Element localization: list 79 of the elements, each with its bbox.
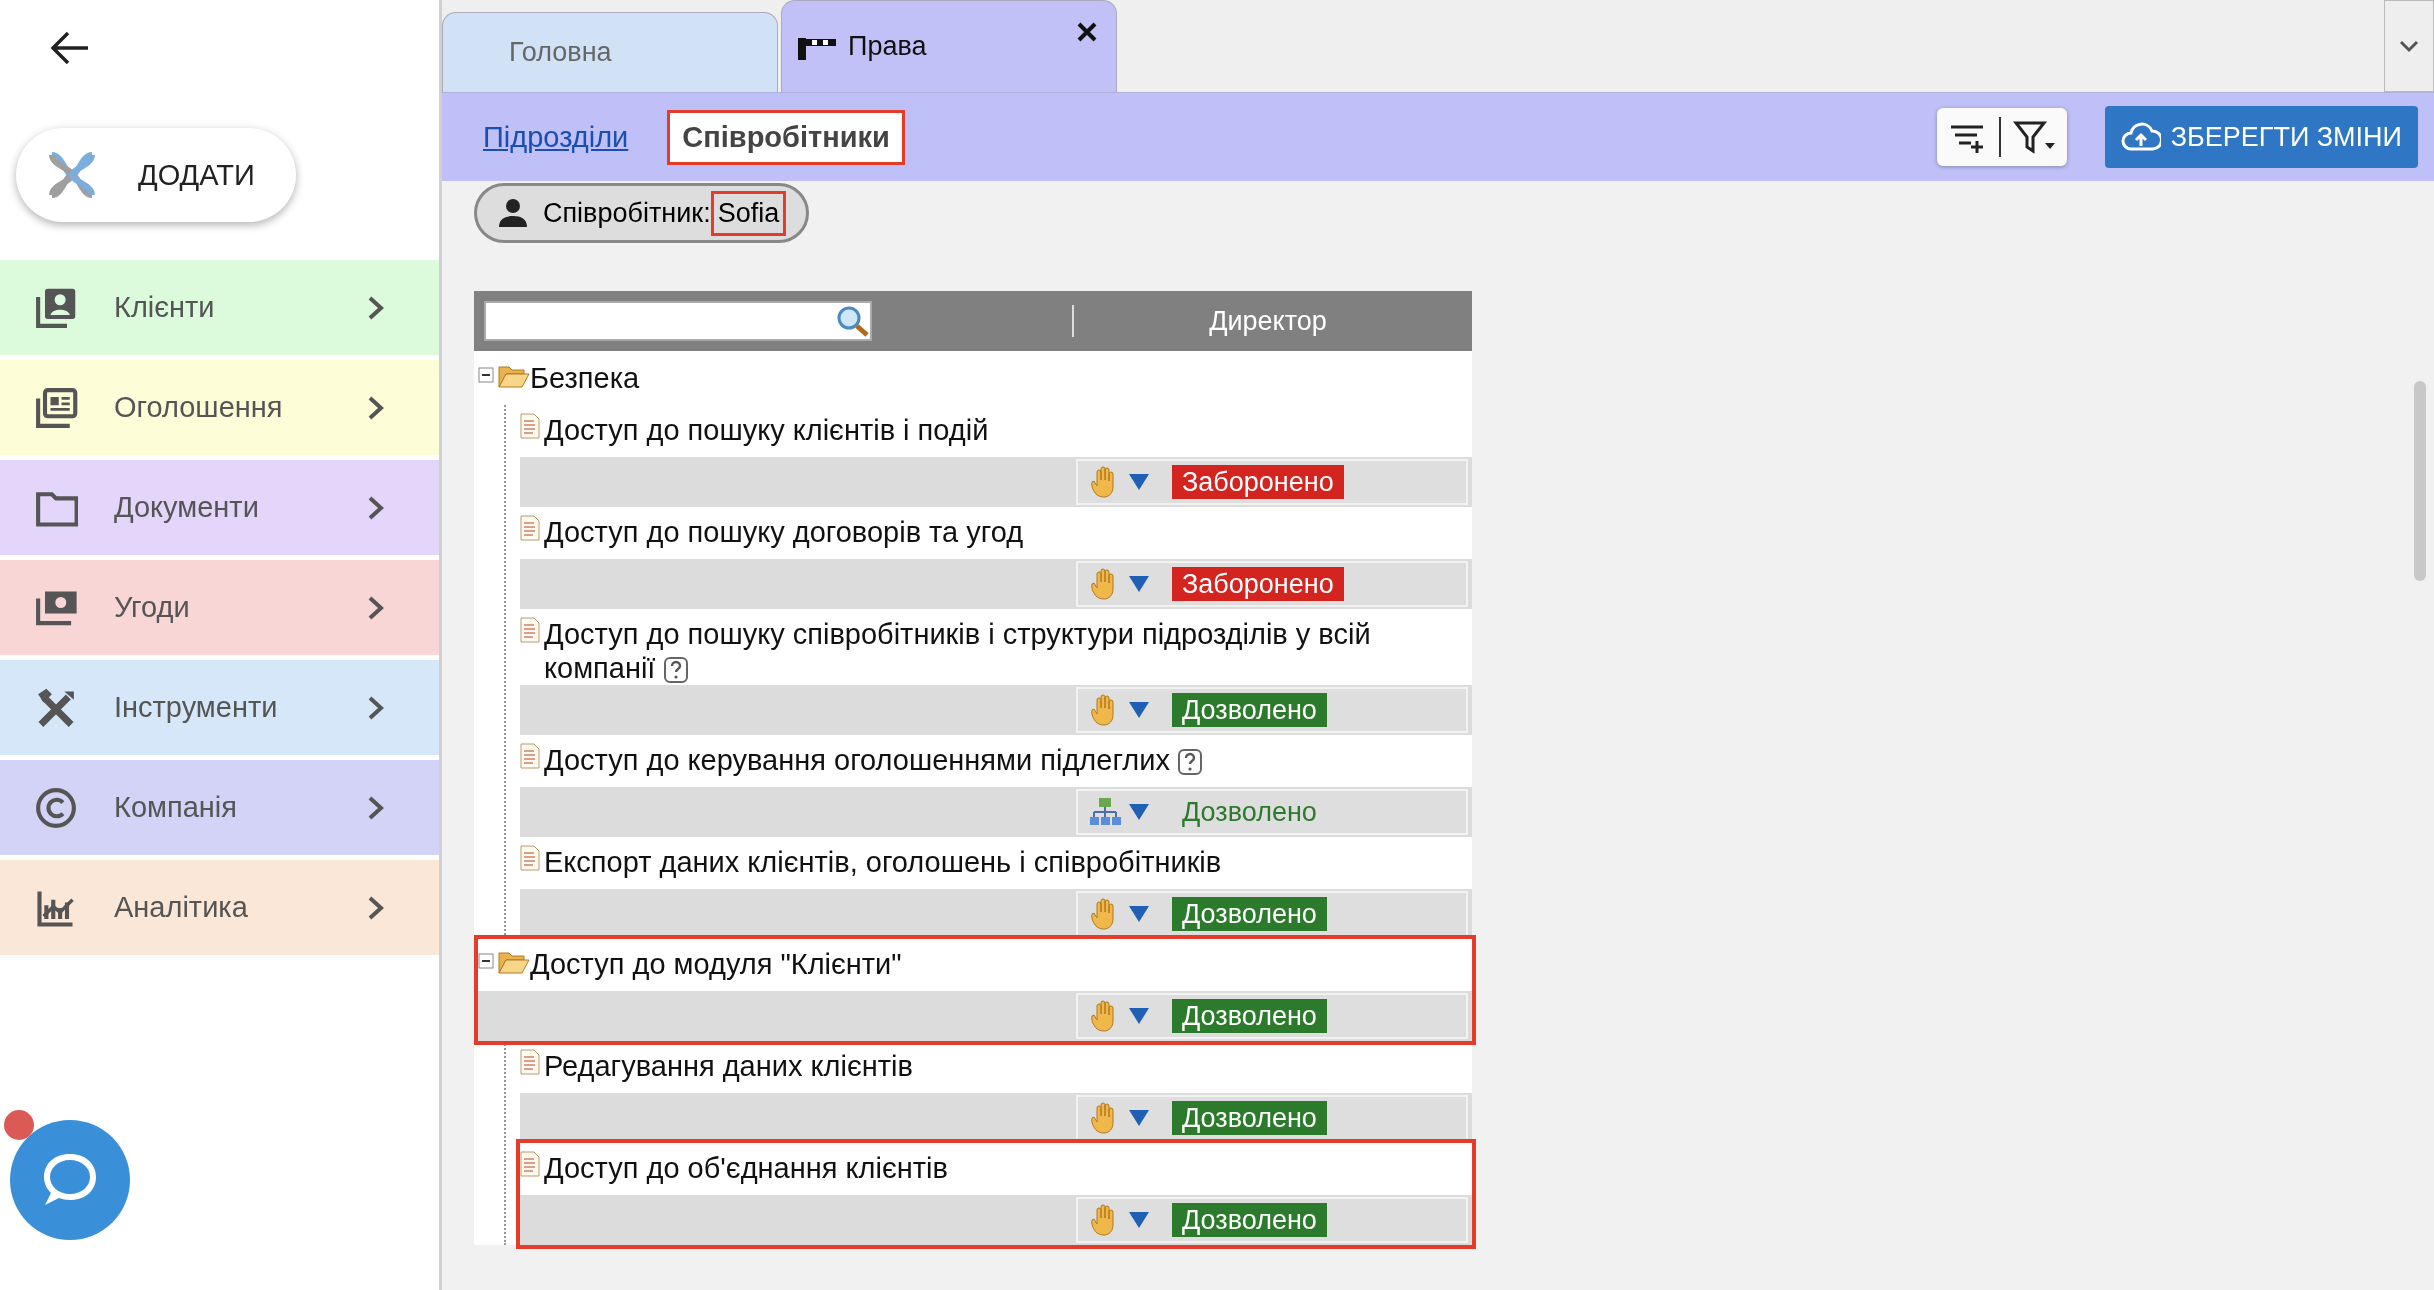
add-button[interactable]: ДОДАТИ	[16, 128, 296, 222]
sidebar-item-label: Аналітика	[114, 891, 249, 924]
collapse-icon[interactable]	[478, 367, 494, 383]
sidebar-item[interactable]: Документи	[0, 460, 439, 555]
permission-label: Доступ до об'єднання клієнтів	[544, 1151, 948, 1185]
document-icon	[520, 743, 540, 769]
help-icon[interactable]	[1178, 749, 1202, 776]
person-icon	[497, 198, 529, 228]
scrollbar-thumb[interactable]	[2414, 381, 2426, 581]
sidebar-item-label: Оголошення	[114, 391, 284, 424]
tab[interactable]: Права	[781, 0, 1117, 92]
permission-status: Заборонено	[1172, 465, 1344, 499]
document-icon	[520, 1151, 540, 1177]
employee-label: Співробітник:	[543, 197, 711, 229]
document-icon	[520, 617, 540, 643]
dropdown-caret-icon[interactable]	[1128, 905, 1150, 923]
permission-status: Дозволено	[1172, 693, 1327, 727]
permission-selector[interactable]: Заборонено	[1076, 459, 1468, 505]
sidebar-item[interactable]: Оголошення	[0, 360, 439, 455]
subtab[interactable]: Співробітники	[667, 109, 905, 165]
employee-name: Sofia	[710, 190, 787, 236]
dropdown-caret-icon[interactable]	[1128, 1109, 1150, 1127]
permission-label: Доступ до керування оголошеннями підлеглих	[544, 743, 1202, 777]
permission-selector[interactable]: Дозволено	[1076, 993, 1468, 1039]
dropdown-caret-icon[interactable]	[1128, 473, 1150, 491]
permission-label: Безпека	[530, 361, 640, 395]
column-header: Директор	[1208, 305, 1328, 337]
sidebar-item[interactable]: Інструменти	[0, 660, 439, 755]
permission-selector[interactable]: Дозволено	[1076, 1197, 1468, 1243]
sidebar-item[interactable]: Компанія	[0, 760, 439, 855]
dropdown-caret-icon[interactable]	[1128, 1211, 1150, 1229]
sidebar-item[interactable]: Аналітика	[0, 860, 439, 955]
dropdown-caret-icon[interactable]	[1128, 1007, 1150, 1025]
sidebar-item-label: Інструменти	[114, 691, 279, 724]
permission-status: Дозволено	[1172, 999, 1327, 1033]
sidebar-item[interactable]: Угоди	[0, 560, 439, 655]
document-icon	[520, 1049, 540, 1075]
permission-label: Доступ до пошуку договорів та угод	[544, 515, 1024, 549]
dropdown-caret-icon[interactable]	[1128, 803, 1150, 821]
collapse-icon[interactable]	[478, 953, 494, 969]
permission-label: Редагування даних клієнтів	[544, 1049, 913, 1083]
permission-status: Дозволено	[1172, 897, 1327, 931]
sidebar-item-label: Клієнти	[114, 291, 216, 324]
filter-icon[interactable]	[2012, 119, 2057, 155]
permission-status: Заборонено	[1172, 567, 1344, 601]
sidebar-item-label: Компанія	[114, 791, 238, 824]
permission-selector[interactable]: Дозволено	[1076, 891, 1468, 937]
document-icon	[520, 515, 540, 541]
folder-icon	[498, 363, 530, 389]
permission-label: Доступ до пошуку клієнтів і подій	[544, 413, 989, 447]
copyright-icon	[34, 785, 78, 830]
permission-selector[interactable]: Дозволено	[1076, 687, 1468, 733]
permission-status: Дозволено	[1172, 1101, 1327, 1135]
permission-status: Дозволено	[1181, 796, 1318, 829]
dropdown-caret-icon[interactable]	[1128, 701, 1150, 719]
permission-selector[interactable]: Дозволено	[1076, 789, 1468, 835]
subtab[interactable]: Підрозділи	[468, 109, 644, 165]
permission-label: Експорт даних клієнтів, оголошень і співробітників	[544, 845, 1222, 879]
permission-label: Доступ до модуля "Клієнти"	[530, 947, 902, 981]
dropdown-caret-icon[interactable]	[1128, 575, 1150, 593]
sidebar-item-label: Угоди	[114, 591, 191, 624]
tab[interactable]: Головна	[442, 12, 778, 92]
folder-icon	[498, 949, 530, 975]
cloud-upload-icon	[2120, 122, 2161, 152]
sidebar-item[interactable]: Клієнти	[0, 260, 439, 355]
save-changes-button[interactable]: ЗБЕРЕГТИ ЗМІНИ	[2104, 106, 2418, 168]
close-icon[interactable]	[1076, 21, 1098, 43]
permission-status: Дозволено	[1172, 1203, 1327, 1237]
document-icon	[520, 413, 540, 439]
document-icon	[520, 845, 540, 871]
sidebar-item-label: Документи	[114, 491, 260, 524]
help-icon[interactable]	[663, 657, 688, 684]
search-field[interactable]	[484, 301, 872, 341]
permission-selector[interactable]: Заборонено	[1076, 561, 1468, 607]
permission-label: Доступ до пошуку співробітників і структури підрозділів у всій компанії	[544, 617, 1372, 685]
permission-selector[interactable]: Дозволено	[1076, 1095, 1468, 1141]
newspaper-icon	[34, 385, 78, 430]
chevron-down-icon	[2399, 39, 2419, 53]
search-icon	[836, 305, 870, 337]
